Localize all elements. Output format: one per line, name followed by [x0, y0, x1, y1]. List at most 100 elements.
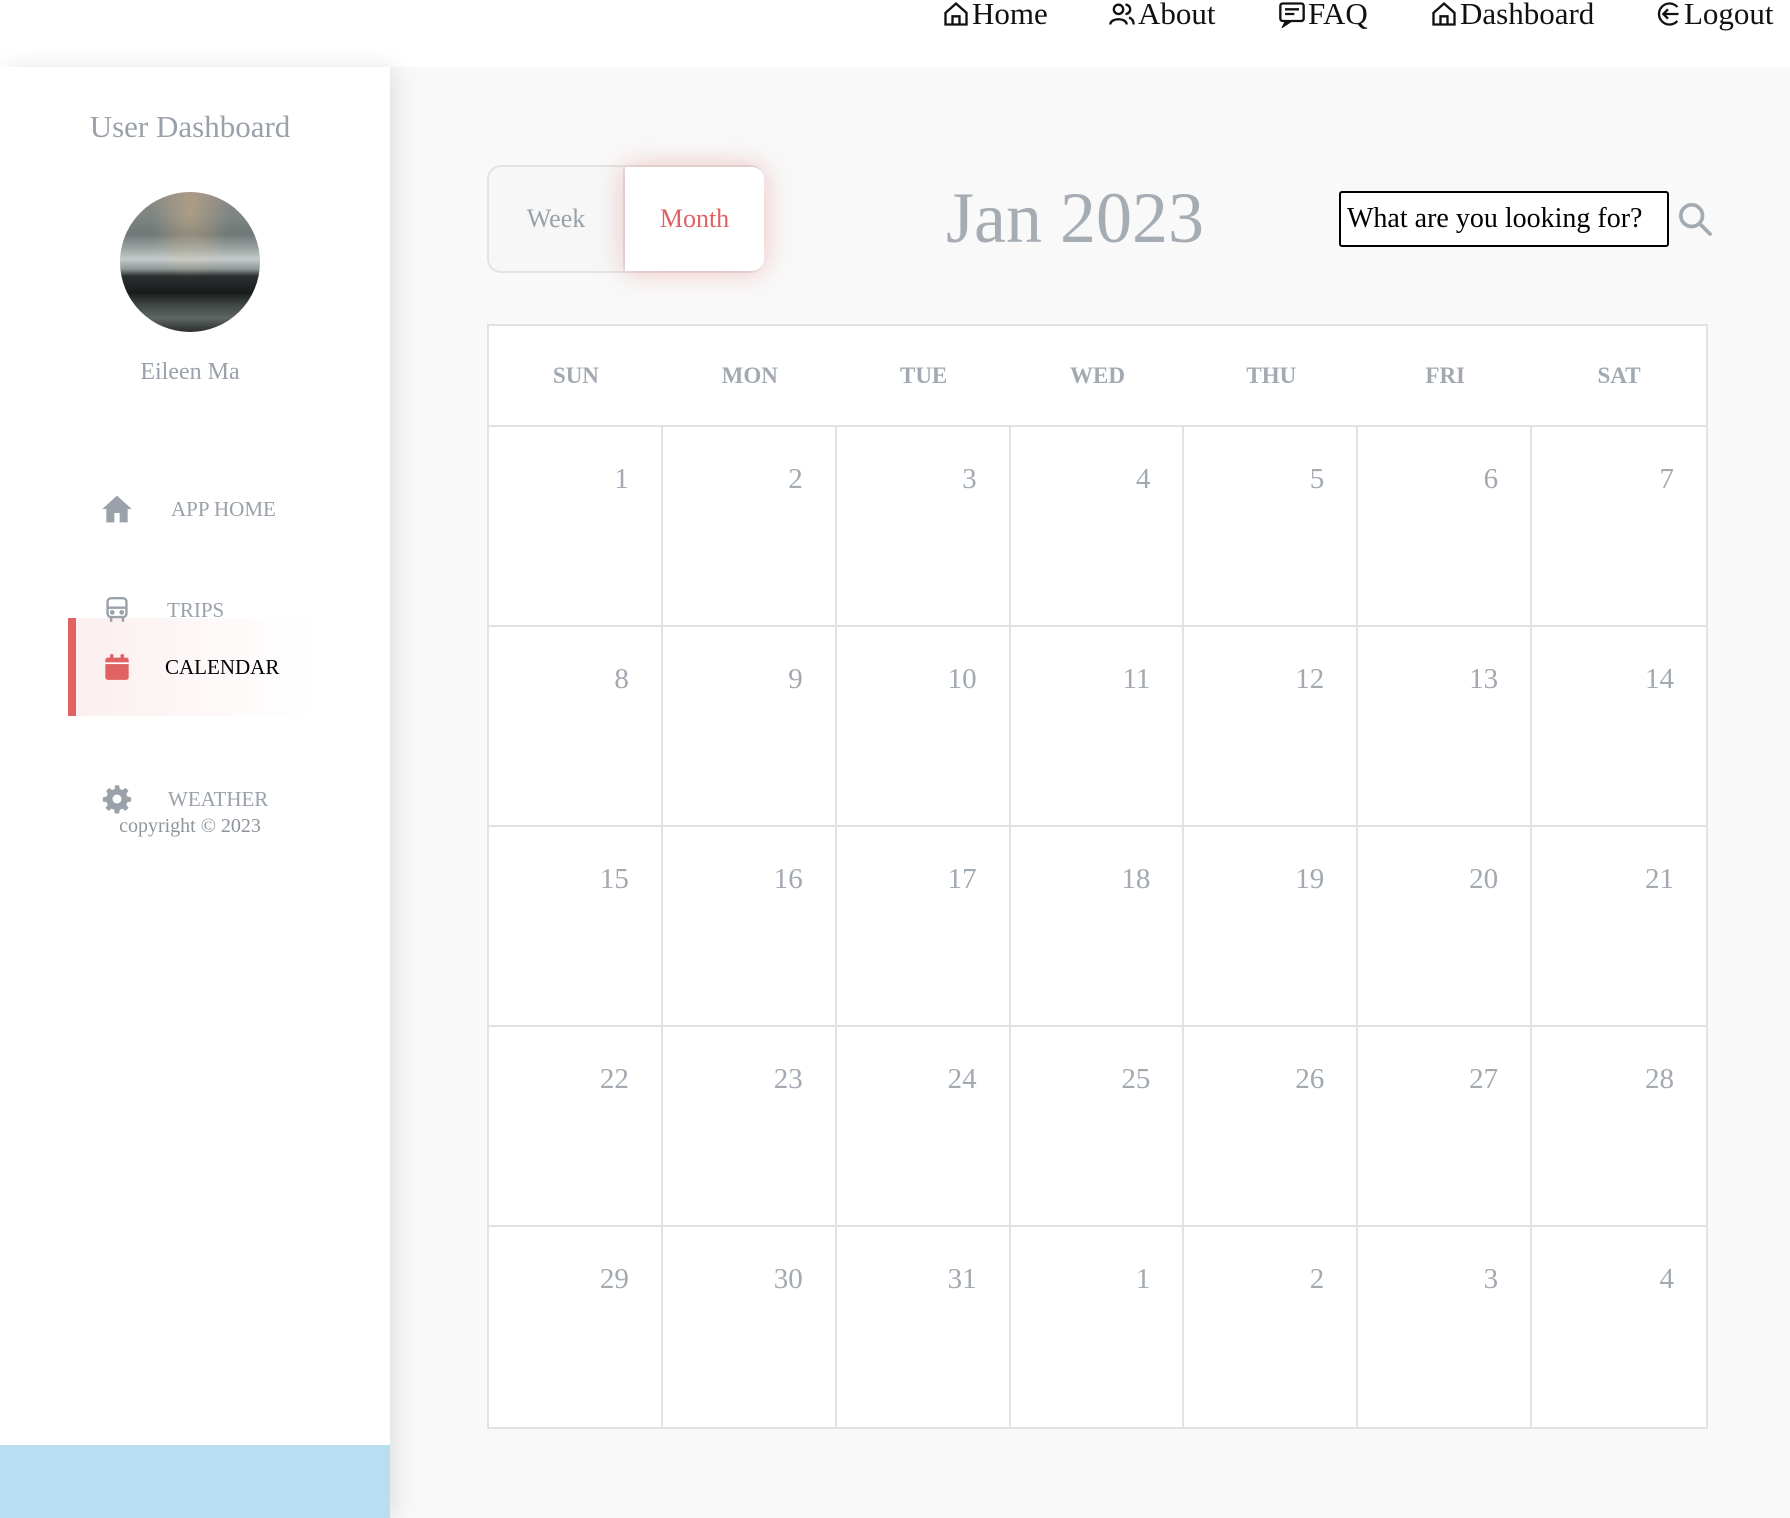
- nav-home-link[interactable]: Home: [942, 0, 1048, 34]
- calendar-day-cell[interactable]: 2: [1184, 1227, 1359, 1427]
- nav-faq-link[interactable]: FAQ: [1278, 0, 1368, 34]
- day-number: 12: [1295, 663, 1325, 695]
- day-number: 2: [1309, 1263, 1325, 1295]
- day-number: 26: [1295, 1063, 1325, 1095]
- calendar-icon: [101, 651, 133, 683]
- nav-home-label: Home: [972, 0, 1048, 31]
- day-number: 31: [947, 1263, 977, 1295]
- day-number: 4: [1659, 1263, 1675, 1295]
- search-icon[interactable]: [1675, 199, 1715, 239]
- day-number: 15: [599, 863, 629, 895]
- day-number: 23: [773, 1063, 803, 1095]
- day-number: 17: [947, 863, 977, 895]
- nav-logout-label: Logout: [1684, 0, 1774, 31]
- nav-dashboard-link[interactable]: Dashboard: [1430, 0, 1594, 34]
- calendar-day-cell[interactable]: 1: [489, 427, 663, 627]
- calendar-day-cell[interactable]: 19: [1184, 827, 1359, 1027]
- nav-dashboard-label: Dashboard: [1460, 0, 1595, 31]
- calendar-day-cell[interactable]: 2: [662, 427, 837, 627]
- avatar: [120, 192, 260, 332]
- calendar-day-cell[interactable]: 4: [1532, 1227, 1706, 1427]
- calendar-day-cell[interactable]: 28: [1532, 1027, 1706, 1227]
- calendar-day-cell[interactable]: 18: [1010, 827, 1185, 1027]
- day-number: 22: [599, 1063, 629, 1095]
- users-icon: [1109, 3, 1135, 25]
- nav-logout-link[interactable]: Logout: [1654, 0, 1774, 34]
- day-number: 30: [773, 1263, 803, 1295]
- calendar-day-cell[interactable]: 16: [662, 827, 837, 1027]
- nav-about-label: About: [1138, 0, 1216, 31]
- weekday-label: FRI: [1425, 362, 1466, 388]
- home-icon: [1432, 1, 1456, 26]
- gear-icon: [101, 783, 133, 815]
- weekday-label: SAT: [1597, 362, 1641, 388]
- day-number: 19: [1295, 863, 1325, 895]
- calendar-day-cell[interactable]: 15: [489, 827, 663, 1027]
- day-number: 25: [1121, 1063, 1151, 1095]
- calendar-day-cell[interactable]: 3: [1358, 1227, 1533, 1427]
- calendar-day-cell[interactable]: 22: [489, 1027, 663, 1227]
- day-number: 5: [1309, 463, 1325, 495]
- calendar-day-cell[interactable]: 11: [1010, 627, 1185, 827]
- calendar-day-cell[interactable]: 30: [663, 1227, 837, 1427]
- sidebar-footer: [0, 1445, 390, 1518]
- month-view-button[interactable]: Month: [625, 167, 764, 271]
- calendar-day-cell[interactable]: 1: [1011, 1227, 1185, 1427]
- calendar-day-cell[interactable]: 17: [836, 827, 1011, 1027]
- calendar-day-cell[interactable]: 9: [662, 627, 837, 827]
- calendar-day-cell[interactable]: 10: [836, 627, 1011, 827]
- day-number: 20: [1469, 863, 1499, 895]
- faq-icon: [1279, 2, 1305, 28]
- sidebar-item-label: WEATHER: [168, 786, 269, 811]
- calendar-day-cell[interactable]: 29: [489, 1227, 663, 1427]
- day-number: 16: [773, 863, 803, 895]
- home-icon: [944, 1, 968, 26]
- calendar-day-cell[interactable]: 6: [1358, 427, 1533, 627]
- calendar-day-cell[interactable]: 3: [836, 427, 1011, 627]
- calendar-day-cell[interactable]: 7: [1532, 427, 1706, 627]
- calendar-grid: SUN MON TUE WED THU FRI SAT 1 2 3 4 5 6 7 8 9 10 11 12 13 1…: [487, 324, 1708, 1429]
- calendar-day-cell[interactable]: 23: [662, 1027, 837, 1227]
- day-number: 1: [614, 463, 629, 495]
- sidebar-item-app-home[interactable]: APP HOME: [68, 460, 313, 558]
- calendar-day-cell[interactable]: 13: [1358, 627, 1533, 827]
- day-number: 21: [1645, 863, 1674, 895]
- day-number: 29: [599, 1263, 629, 1295]
- day-number: 18: [1121, 863, 1151, 895]
- calendar-day-cell[interactable]: 27: [1358, 1027, 1533, 1227]
- day-number: 13: [1469, 663, 1499, 695]
- nav-about-link[interactable]: About: [1108, 0, 1216, 34]
- day-number: 2: [788, 463, 803, 495]
- calendar-day-cell[interactable]: 5: [1184, 427, 1359, 627]
- calendar-day-cell[interactable]: 14: [1532, 627, 1706, 827]
- calendar-day-cell[interactable]: 31: [837, 1227, 1011, 1427]
- weekday-label: SUN: [552, 362, 599, 388]
- day-number: 28: [1645, 1063, 1674, 1095]
- calendar-day-cell[interactable]: 26: [1184, 1027, 1359, 1227]
- day-number: 9: [788, 663, 803, 695]
- weekday-label: TUE: [899, 362, 948, 388]
- day-number: 14: [1645, 663, 1674, 695]
- calendar-days: 1 2 3 4 5 6 7 8 9 10 11 12 13 14 15 16 17 18 19 20 21 22 23 24 2…: [489, 427, 1706, 1427]
- calendar-day-cell[interactable]: 8: [489, 627, 663, 827]
- day-number: 3: [962, 463, 977, 495]
- day-number: 3: [1483, 1263, 1499, 1295]
- week-view-button[interactable]: Week: [489, 167, 625, 271]
- calendar-day-cell[interactable]: 25: [1010, 1027, 1185, 1227]
- day-number: 7: [1659, 463, 1675, 495]
- weekday-label: WED: [1070, 362, 1125, 388]
- calendar-day-cell[interactable]: 12: [1184, 627, 1359, 827]
- weekday-header: SUN MON TUE WED THU FRI SAT: [489, 326, 1706, 427]
- weekday-label: MON: [721, 362, 778, 388]
- search-input[interactable]: [1339, 191, 1669, 247]
- day-number: 4: [1135, 463, 1151, 495]
- calendar-day-cell[interactable]: 4: [1010, 427, 1185, 627]
- sidebar-item-calendar[interactable]: CALENDAR: [68, 618, 313, 716]
- day-number: 11: [1122, 663, 1151, 695]
- calendar-day-cell[interactable]: 20: [1358, 827, 1533, 1027]
- weekday-label: THU: [1246, 362, 1297, 388]
- calendar-day-cell[interactable]: 24: [836, 1027, 1011, 1227]
- sidebar-item-label: CALENDAR: [165, 654, 280, 679]
- day-number: 10: [947, 663, 977, 695]
- calendar-day-cell[interactable]: 21: [1532, 827, 1706, 1027]
